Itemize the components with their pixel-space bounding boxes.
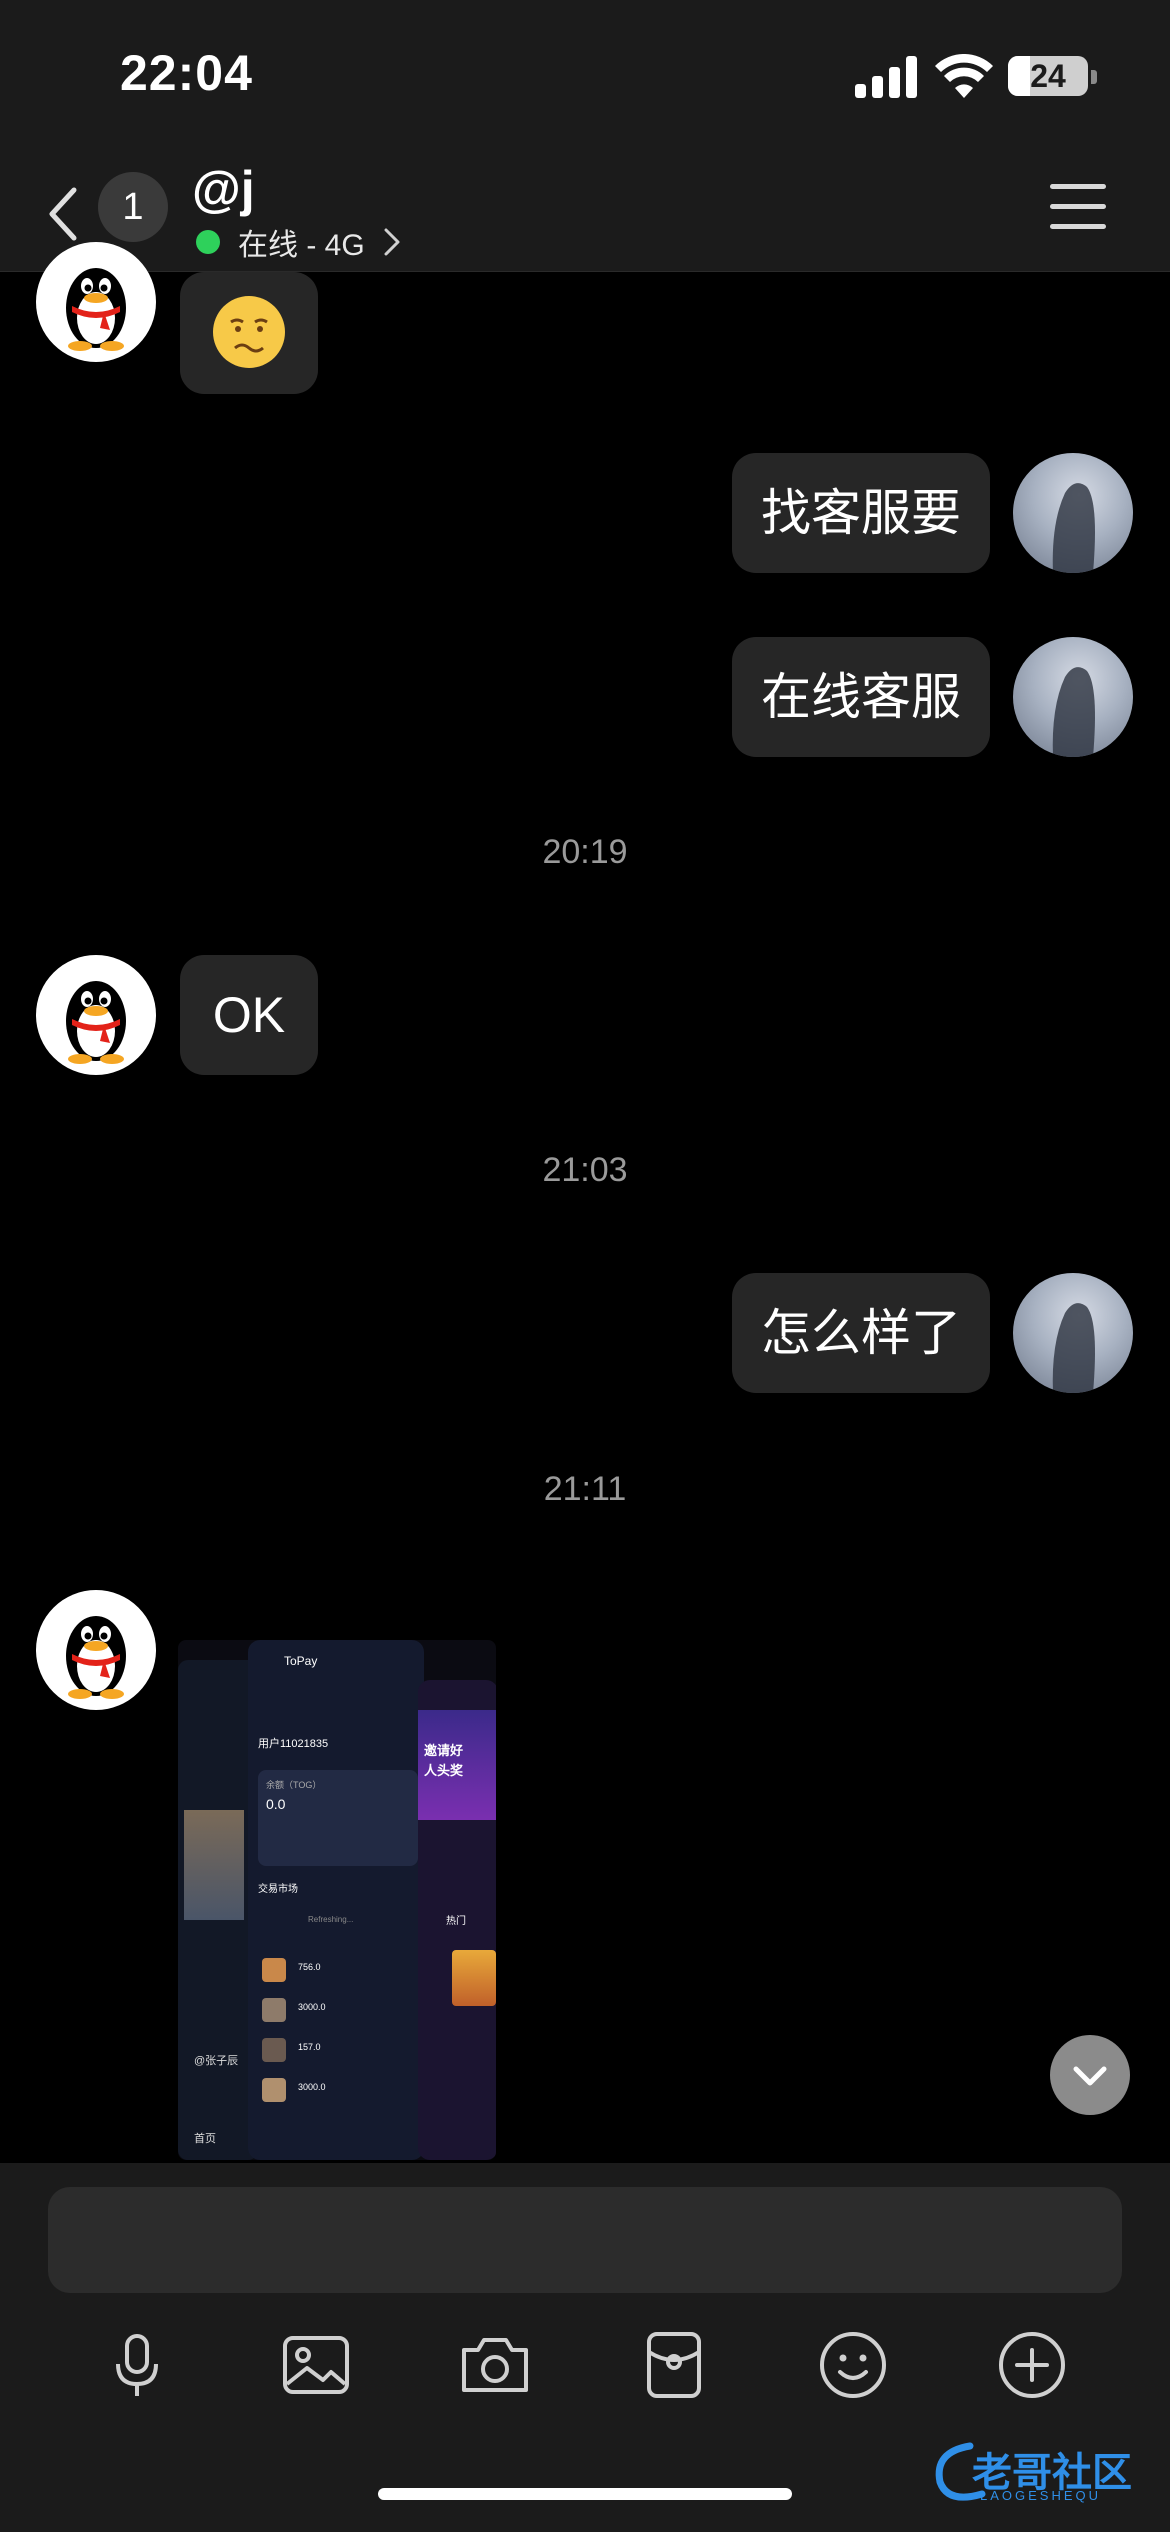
contact-avatar[interactable] xyxy=(36,242,156,362)
penguin-avatar-icon xyxy=(66,1616,126,1699)
plus-icon[interactable] xyxy=(995,2328,1069,2402)
topay-user-id: 用户11021835 xyxy=(258,1738,329,1750)
status-time: 22:04 xyxy=(120,45,253,101)
emoji-message-bubble[interactable] xyxy=(180,272,318,394)
outgoing-message-bubble[interactable]: 在线客服 xyxy=(732,637,990,757)
battery-icon: 24 xyxy=(1008,56,1088,96)
incoming-message-bubble[interactable]: OK xyxy=(180,955,318,1075)
online-dot xyxy=(196,230,220,254)
chat-title[interactable]: @j xyxy=(192,160,255,218)
contact-avatar[interactable] xyxy=(36,955,156,1075)
worried-face-emoji-icon xyxy=(213,296,285,368)
promo-line-1: 邀请好 xyxy=(424,1743,464,1758)
menu-icon[interactable] xyxy=(1050,184,1106,234)
battery-level: 24 xyxy=(1030,58,1066,94)
contact-avatar[interactable] xyxy=(36,1590,156,1710)
wifi-icon xyxy=(935,54,993,98)
outgoing-message-bubble[interactable]: 找客服要 xyxy=(732,453,990,573)
battery-tip xyxy=(1091,70,1097,84)
penguin-avatar-icon xyxy=(66,981,126,1064)
home-indicator[interactable] xyxy=(378,2488,792,2500)
microphone-icon[interactable] xyxy=(100,2328,174,2402)
image-icon[interactable] xyxy=(279,2328,353,2402)
balance-label: 余额（TOG） xyxy=(266,1780,322,1790)
my-avatar[interactable] xyxy=(1013,1273,1133,1393)
my-avatar[interactable] xyxy=(1013,453,1133,573)
my-avatar[interactable] xyxy=(1013,637,1133,757)
refreshing-label: Refreshing... xyxy=(308,1915,354,1924)
chevron-down-icon xyxy=(1073,2066,1107,2086)
message-timestamp: 21:11 xyxy=(543,1470,627,1508)
message-timestamp: 20:19 xyxy=(542,833,628,871)
user-photo xyxy=(1052,1303,1095,1393)
list-value: 3000.0 xyxy=(298,2082,326,2092)
emoji-icon[interactable] xyxy=(816,2328,890,2402)
outgoing-message-bubble[interactable]: 怎么样了 xyxy=(732,1273,990,1393)
unread-count-badge[interactable]: 1 xyxy=(98,172,168,242)
promo-line-2: 人头奖 xyxy=(424,1763,464,1778)
cellular-signal-icon xyxy=(855,56,917,98)
online-status-text: 在线 - 4G xyxy=(238,229,365,262)
scroll-to-bottom-button[interactable] xyxy=(1050,2035,1130,2115)
topay-app-name: ToPay xyxy=(284,1654,318,1668)
list-value: 3000.0 xyxy=(298,2002,326,2012)
camera-icon[interactable] xyxy=(458,2328,532,2402)
market-label: 交易市场 xyxy=(258,1884,298,1895)
status-bar: 22:04 24 xyxy=(0,0,1170,160)
message-timestamp: 21:03 xyxy=(542,1151,628,1189)
balance-card: 余额（TOG） 0.0 xyxy=(258,1770,418,1866)
promo-app-card: 邀请好 人头奖 热门 xyxy=(418,1680,496,2160)
message-input[interactable] xyxy=(48,2187,1122,2293)
app-card-left: @张子辰 首页 xyxy=(178,1660,258,2160)
balance-value: 0.0 xyxy=(266,1796,286,1812)
list-value: 756.0 xyxy=(298,1962,321,1972)
online-status[interactable]: 在线 - 4G xyxy=(196,220,401,264)
side-user-label: @张子辰 xyxy=(194,2055,239,2067)
user-photo xyxy=(1052,483,1095,573)
chevron-right-icon xyxy=(384,228,400,256)
shared-screenshot-image[interactable]: @张子辰 首页 ToPay 用户11021835 余额（TOG） 0.0 交易市… xyxy=(178,1640,496,2160)
list-value: 157.0 xyxy=(298,2042,321,2052)
red-packet-icon[interactable] xyxy=(637,2328,711,2402)
topay-app-card: ToPay 用户11021835 余额（TOG） 0.0 交易市场 Refres… xyxy=(248,1640,424,2160)
user-photo xyxy=(1052,667,1095,757)
watermark-subtext: LAOGESHEQU xyxy=(980,2488,1102,2503)
home-label: 首页 xyxy=(194,2133,216,2145)
penguin-avatar-icon xyxy=(66,268,126,351)
hot-label: 热门 xyxy=(446,1916,466,1927)
chat-header: 1 @j 在线 - 4G xyxy=(0,160,1170,272)
watermark-logo: 老哥社区 LAOGESHEQU xyxy=(930,2432,1160,2512)
